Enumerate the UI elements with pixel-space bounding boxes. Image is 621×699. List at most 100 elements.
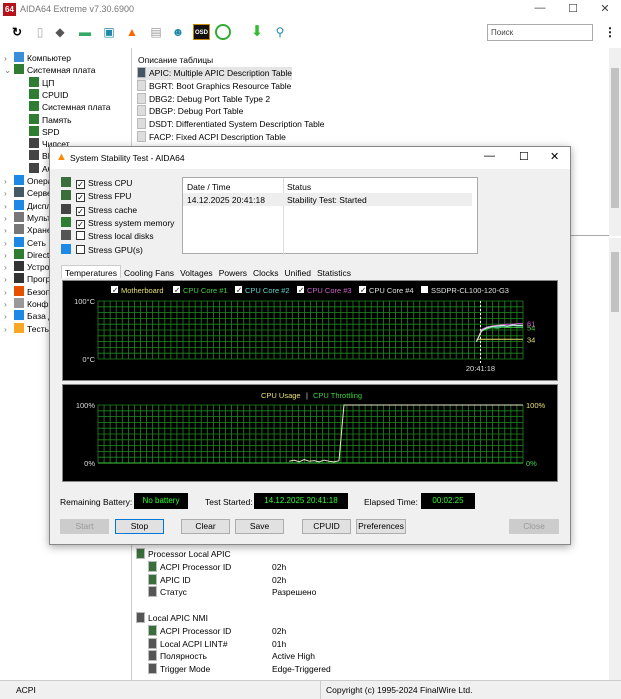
minimize-button[interactable]: — [525, 2, 555, 18]
more-menu-icon[interactable]: ⋮ [602, 24, 618, 40]
stress-option[interactable]: ✓ Stress system memory [61, 216, 174, 230]
chevron-right-icon[interactable]: › [4, 323, 14, 336]
minimize-button[interactable]: — [484, 150, 495, 162]
tab-statistics[interactable]: Statistics [314, 266, 354, 279]
detail-row[interactable]: ACPI Processor ID [148, 624, 231, 638]
tree-item[interactable]: Системная плата [29, 101, 111, 114]
tab-powers[interactable]: Powers [216, 266, 250, 279]
chevron-right-icon[interactable]: › [4, 273, 14, 286]
maximize-button[interactable]: ☐ [519, 150, 529, 163]
user-icon[interactable]: ☻ [170, 24, 186, 40]
start-button[interactable]: Start [60, 519, 109, 534]
stress-option[interactable]: Stress local disks [61, 230, 154, 243]
tab-voltages[interactable]: Voltages [177, 266, 216, 279]
checkbox[interactable] [76, 244, 85, 254]
checkbox[interactable] [76, 231, 85, 241]
tree-item[interactable]: › DirectX [4, 248, 55, 262]
checkbox[interactable]: ✓ [76, 219, 85, 229]
tools-icon[interactable]: ▤ [148, 24, 164, 40]
chevron-right-icon[interactable]: › [4, 175, 14, 188]
chevron-right-icon[interactable]: › [4, 261, 14, 274]
list-item[interactable]: APIC: Multiple APIC Description Table [137, 67, 292, 80]
memory-icon[interactable]: ▬ [77, 24, 93, 40]
detail-row[interactable]: ACPI Processor ID [148, 560, 232, 574]
tree-node-icon [29, 150, 39, 161]
chevron-right-icon[interactable]: › [4, 237, 14, 250]
chevron-right-icon[interactable]: › [4, 200, 14, 213]
tree-item[interactable]: SPD [29, 125, 59, 139]
chevron-right-icon[interactable]: › [4, 52, 14, 65]
close-dialog-button[interactable]: Close [509, 519, 559, 534]
stress-option[interactable]: ✓ Stress FPU [61, 190, 131, 203]
save-button[interactable]: Save [235, 519, 284, 534]
search-input[interactable] [487, 24, 593, 41]
list-item[interactable]: DSDT: Differentiated System Description … [137, 118, 324, 131]
scrollbar[interactable] [609, 238, 621, 680]
osd-icon[interactable]: OSD [193, 24, 210, 40]
tab-cooling-fans[interactable]: Cooling Fans [121, 266, 177, 279]
detail-row[interactable]: Статус [148, 586, 187, 599]
tree-item[interactable]: › Тесты [4, 322, 51, 336]
detail-row[interactable]: Полярность [148, 650, 207, 663]
tree-item[interactable]: › Сеть [4, 236, 46, 250]
checkbox[interactable]: ✓ [76, 180, 85, 189]
tree-item[interactable]: Память [29, 113, 72, 127]
tree-node-icon [14, 224, 24, 235]
tree-item[interactable]: CPUID [29, 88, 68, 102]
test-started-label: Test Started: [205, 497, 253, 507]
tab-temperatures[interactable]: Temperatures [61, 265, 121, 278]
tab-unified[interactable]: Unified [282, 266, 314, 279]
close-button[interactable]: ✕ [590, 2, 620, 18]
chevron-right-icon[interactable]: › [4, 224, 14, 237]
detail-row[interactable]: Local APIC NMI [136, 612, 208, 625]
detail-value: 02h [272, 574, 287, 585]
tree-item[interactable]: ЦП [29, 76, 54, 90]
list-item[interactable]: BGRT: Boot Graphics Resource Table [137, 79, 291, 93]
item-icon [148, 637, 157, 649]
list-item[interactable]: FACP: Fixed ACPI Description Table [137, 131, 286, 144]
checkbox[interactable]: ✓ [76, 206, 85, 216]
flame-icon[interactable]: ▲ [124, 24, 140, 40]
download-icon[interactable]: ⬇ [249, 24, 265, 40]
chevron-right-icon[interactable]: › [4, 310, 14, 323]
list-item[interactable]: DBG2: Debug Port Table Type 2 [137, 92, 270, 106]
gauge-icon[interactable] [215, 24, 231, 40]
detail-label: ACPI Processor ID [160, 561, 232, 572]
network-icon[interactable]: ▣ [101, 24, 117, 40]
legend-entry: SSDPR-CL100-120-G3 [431, 286, 509, 295]
close-button[interactable]: ✕ [550, 150, 559, 163]
stop-button[interactable]: Stop [115, 519, 164, 534]
detail-row[interactable]: Trigger Mode [148, 663, 210, 676]
preferences-button[interactable]: Preferences [356, 519, 406, 534]
legend-checkbox[interactable] [421, 286, 428, 293]
detail-row[interactable]: APIC ID [148, 573, 191, 587]
stress-option[interactable]: ✓ Stress cache [61, 203, 137, 217]
tree-item[interactable]: ⌄ Системная плата [4, 64, 96, 77]
chevron-right-icon[interactable]: › [4, 298, 14, 311]
chevron-right-icon[interactable]: › [4, 187, 14, 200]
report-icon[interactable]: ▯ [32, 24, 48, 40]
motherboard-icon[interactable]: ◆ [52, 24, 68, 40]
stress-option[interactable]: Stress GPU(s) [61, 243, 143, 257]
chevron-right-icon[interactable]: › [4, 286, 14, 299]
cpuid-button[interactable]: CPUID [302, 519, 351, 534]
detail-row[interactable]: Processor Local APIC [136, 548, 231, 561]
maximize-button[interactable]: ☐ [558, 2, 588, 18]
search-icon[interactable]: ⚲ [272, 24, 288, 40]
checkbox[interactable]: ✓ [76, 193, 85, 203]
chevron-right-icon[interactable]: › [4, 212, 14, 225]
series-end-label: 34 [527, 335, 535, 344]
tab-clocks[interactable]: Clocks [250, 266, 282, 279]
detail-row[interactable]: Local ACPI LINT# [148, 637, 228, 651]
cpu-usage-line [289, 404, 523, 463]
clear-button[interactable]: Clear [181, 519, 230, 534]
scrollbar[interactable] [609, 48, 621, 236]
tree-node-icon [14, 64, 24, 75]
refresh-icon[interactable]: ↻ [9, 24, 25, 40]
tree-node-icon [14, 285, 24, 296]
stress-option[interactable]: ✓ Stress CPU [61, 177, 132, 190]
chevron-right-icon[interactable]: › [4, 249, 14, 262]
tree-item[interactable]: › Компьютер [4, 52, 71, 65]
chevron-down-icon[interactable]: ⌄ [4, 64, 14, 77]
list-item[interactable]: DBGP: Debug Port Table [137, 105, 243, 118]
